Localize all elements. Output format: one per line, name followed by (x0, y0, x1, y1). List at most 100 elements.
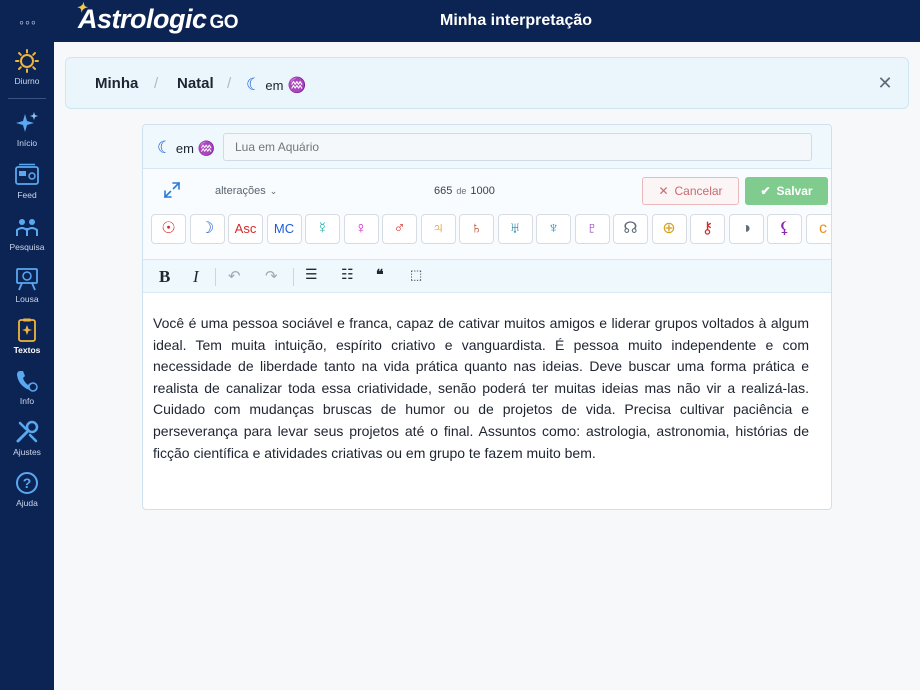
glyph-toolbar: ☉ ☽ Asc MC ☿ ♀ ♂ ♃ ♄ ♅ ♆ ♇ ☊ ⊕ ⚷ ◑ ⚸ c (151, 214, 831, 246)
top-bar: ◦◦◦ ✦ Astrologic GO Minha interpretação (0, 0, 920, 42)
ceres-glyph-button[interactable]: c (805, 214, 831, 244)
help-icon: ? (16, 472, 38, 494)
toolbar-divider (293, 268, 294, 286)
bold-button[interactable]: B (159, 267, 170, 287)
clear-format-button[interactable]: ⬚ (410, 267, 422, 283)
venus-glyph-button[interactable]: ♀ (343, 214, 379, 244)
sparkles-icon (16, 112, 38, 132)
sidebar-item-label: Lousa (15, 294, 39, 304)
mars-glyph-button[interactable]: ♂ (382, 214, 417, 244)
close-icon[interactable]: ✕ (874, 72, 896, 94)
editor-topic: ☾ em ♒ (157, 138, 215, 158)
chevron-down-icon: ⌄ (269, 186, 278, 196)
sidebar-item-label: Feed (17, 190, 37, 200)
numbered-list-button[interactable]: ☷ (341, 267, 354, 284)
italic-button[interactable]: I (193, 267, 199, 287)
editor-header: ☾ em ♒ (143, 125, 831, 169)
sidebar-item-lousa[interactable]: Lousa (0, 266, 54, 312)
sun-icon (15, 49, 39, 73)
cancel-label: Cancelar (674, 184, 723, 198)
check-icon: ✔ (760, 184, 771, 198)
char-count-max: 1000 (470, 185, 495, 197)
moon-icon: ☾ (157, 138, 173, 157)
saturn-glyph-button[interactable]: ♄ (459, 214, 494, 244)
uranus-glyph-button[interactable]: ♅ (497, 214, 533, 244)
sun-glyph-button[interactable]: ☉ (151, 214, 186, 244)
fortune-glyph-button[interactable]: ⊕ (651, 214, 687, 244)
texts-icon (18, 318, 36, 342)
expand-icon[interactable] (163, 181, 181, 199)
sidebar-item-diurno[interactable]: Diurno (0, 48, 54, 94)
research-icon (16, 219, 38, 236)
changes-dropdown[interactable]: alterações ⌄ (215, 185, 277, 197)
char-count-current: 665 (434, 185, 453, 197)
sidebar-item-label: Início (16, 138, 38, 148)
logo-star-icon: ✦ (76, 0, 87, 15)
changes-label: alterações (215, 185, 266, 197)
page-title: Minha interpretação (440, 12, 593, 29)
aquarius-icon: ♒ (197, 140, 215, 156)
bullet-list-button[interactable]: ☰ (305, 267, 318, 284)
sidebar-item-textos[interactable]: Textos (0, 317, 54, 363)
text-editor: ☾ em ♒ alterações⌄ 665de1000 ✕ Cancelar ✔… (142, 124, 832, 510)
breadcrumb-item-natal[interactable]: Natal (177, 75, 214, 92)
format-toolbar: B I ↶ ↷ ☰ ☷ ❝ ⬚ (143, 259, 831, 293)
board-icon (16, 268, 38, 291)
sidebar-item-label: Ajuda (16, 498, 38, 508)
close-icon: ✕ (658, 184, 669, 198)
aquarius-icon: ♒ (287, 77, 307, 94)
black-moon-glyph-button[interactable]: ⚸ (767, 214, 802, 244)
undo-button[interactable]: ↶ (228, 267, 241, 286)
sidebar-divider (8, 98, 46, 99)
svg-text:?: ? (23, 475, 32, 491)
save-label: Salvar (776, 184, 813, 198)
cancel-button[interactable]: ✕ Cancelar (642, 177, 739, 205)
pluto-glyph-button[interactable]: ♇ (574, 214, 610, 244)
sidebar-item-label: Ajustes (13, 447, 41, 457)
settings-icon (16, 420, 39, 443)
logo-suffix: GO (209, 12, 239, 33)
node-glyph-button[interactable]: ☊ (613, 214, 648, 244)
jupiter-glyph-button[interactable]: ♃ (420, 214, 456, 244)
redo-button[interactable]: ↷ (265, 267, 278, 286)
sidebar-item-pesquisa[interactable]: Pesquisa (0, 214, 54, 260)
breadcrumb: Minha / Natal / ☾ em ♒ ✕ (65, 57, 909, 109)
logo-text: Astrologic (78, 4, 207, 34)
breadcrumb-separator: / (227, 75, 232, 92)
editor-topic-em: em (175, 141, 194, 156)
sidebar-item-ajustes[interactable]: Ajustes (0, 419, 54, 465)
lilith-glyph-button[interactable]: ◑ (728, 214, 764, 244)
title-input[interactable] (223, 133, 812, 161)
breadcrumb-em: em (265, 78, 284, 93)
sidebar-item-ajuda[interactable]: ? Ajuda (0, 470, 54, 516)
quote-button[interactable]: ❝ (376, 267, 384, 284)
breadcrumb-current: ☾ em ♒ (246, 75, 306, 95)
mercury-glyph-button[interactable]: ☿ (305, 214, 340, 244)
ascendant-glyph-button[interactable]: Asc (228, 214, 263, 244)
dots-icon[interactable]: ◦◦◦ (19, 14, 37, 30)
sidebar: Diurno Início Feed Pesquisa Lousa Textos… (0, 42, 54, 690)
midheaven-glyph-button[interactable]: MC (266, 214, 302, 244)
feed-icon (15, 163, 39, 185)
sidebar-item-label: Diurno (14, 76, 40, 86)
toolbar-divider (215, 268, 216, 286)
char-counter: 665 de 1000 (434, 185, 495, 197)
app-logo: ✦ Astrologic GO (76, 0, 239, 35)
editor-body[interactable]: Você é uma pessoa sociável e franca, cap… (153, 313, 809, 464)
editor-toolbar: alterações ⌄ 665 de 1000 ✕ Cancelar ✔ Salvar … (143, 169, 831, 259)
info-icon (17, 371, 38, 392)
breadcrumb-item-minha[interactable]: Minha (95, 75, 138, 92)
sidebar-item-label: Info (19, 396, 35, 406)
chiron-glyph-button[interactable]: ⚷ (690, 214, 725, 244)
breadcrumb-separator: / (154, 75, 159, 92)
sidebar-item-label: Pesquisa (9, 242, 45, 252)
char-count-of: de (456, 186, 467, 196)
save-button[interactable]: ✔ Salvar (745, 177, 828, 205)
sidebar-item-inicio[interactable]: Início (0, 110, 54, 156)
moon-glyph-button[interactable]: ☽ (189, 214, 225, 244)
sidebar-item-info[interactable]: Info (0, 368, 54, 414)
neptune-glyph-button[interactable]: ♆ (536, 214, 571, 244)
sidebar-item-feed[interactable]: Feed (0, 162, 54, 208)
sidebar-item-label: Textos (13, 345, 41, 355)
moon-icon: ☾ (246, 75, 262, 94)
